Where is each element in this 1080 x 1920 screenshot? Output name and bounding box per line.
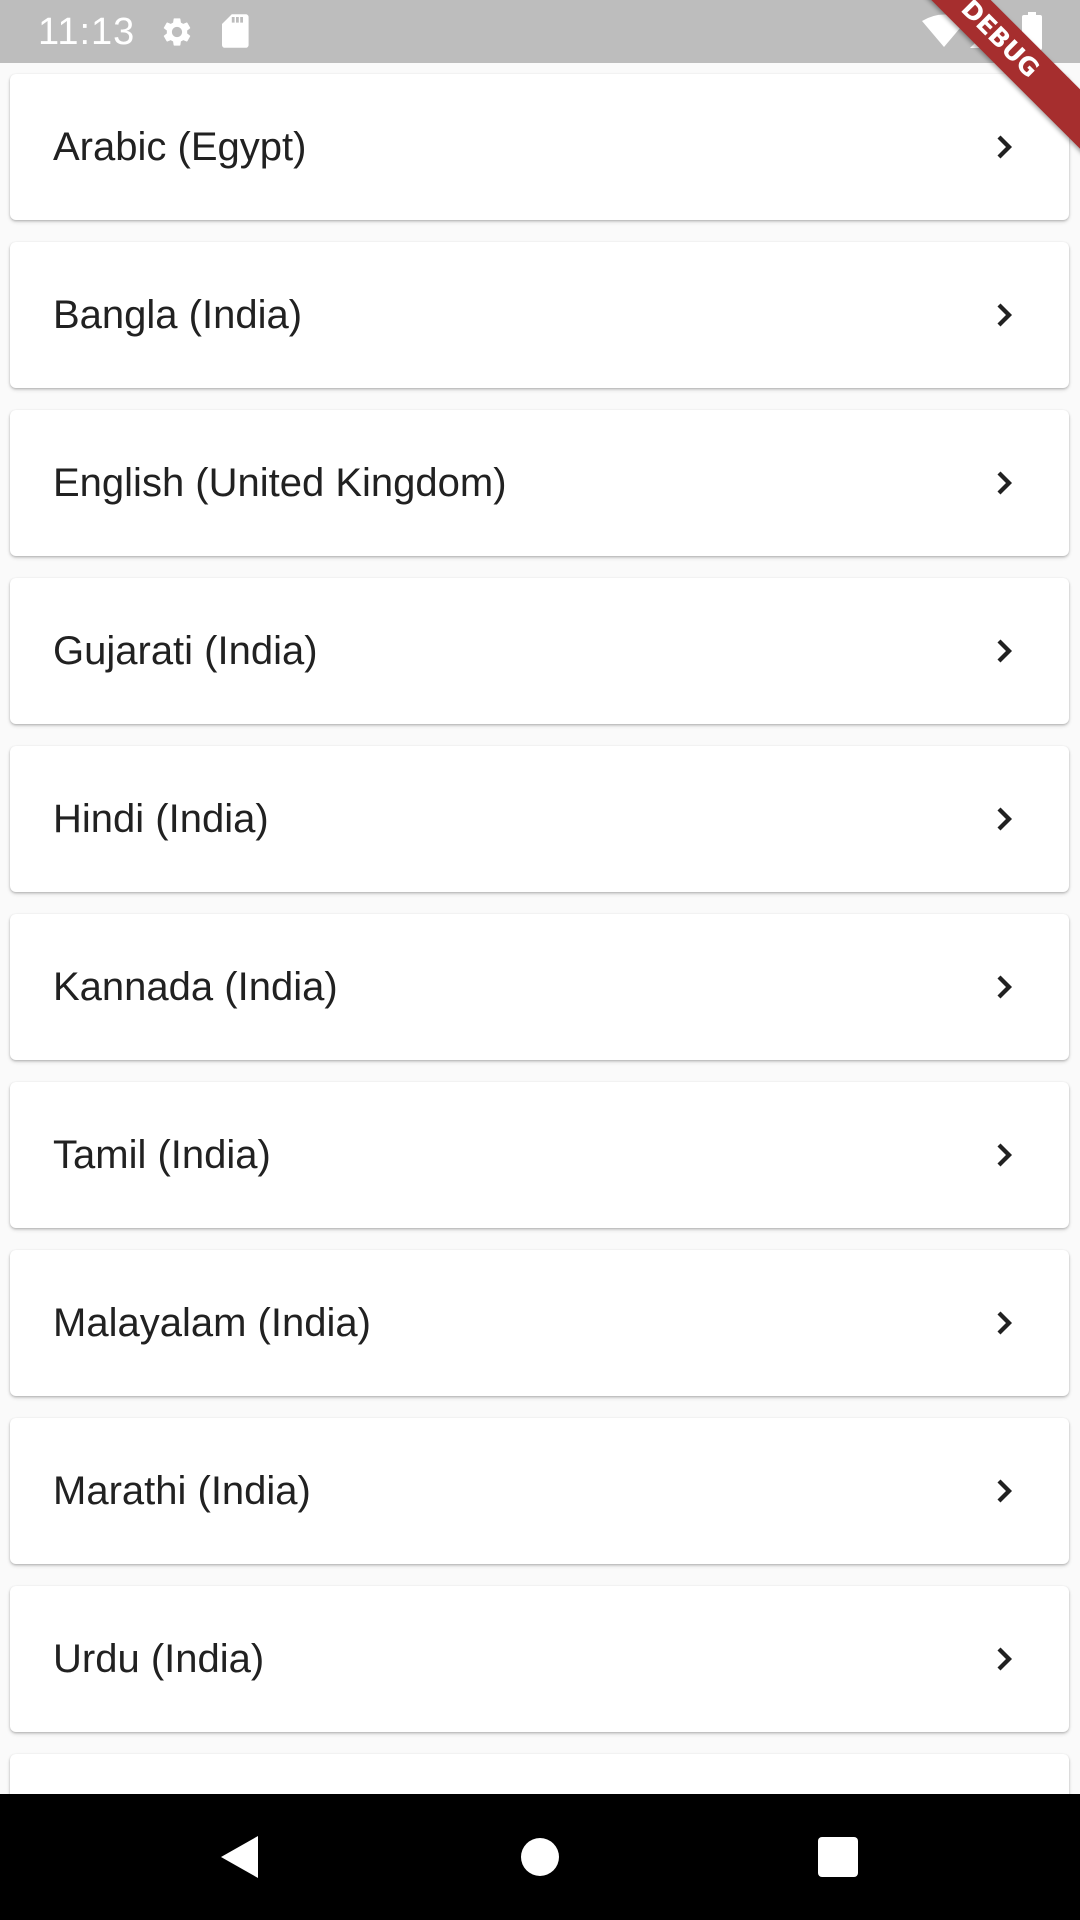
chevron-right-icon <box>997 1311 1013 1335</box>
language-item-urdu-india[interactable]: Urdu (India) <box>10 1586 1069 1732</box>
chevron-right-icon <box>997 807 1013 831</box>
chevron-right-icon <box>997 1647 1013 1671</box>
language-label: Kannada (India) <box>53 965 338 1009</box>
language-label: Bangla (India) <box>53 293 303 337</box>
chevron-right-icon <box>997 471 1013 495</box>
language-item-arabic-egypt[interactable]: Arabic (Egypt) <box>10 74 1069 220</box>
language-label: Tamil (India) <box>53 1133 271 1177</box>
recents-icon <box>818 1837 858 1877</box>
language-label: Malayalam (India) <box>53 1301 371 1345</box>
gear-icon <box>163 18 191 46</box>
chevron-right-icon <box>997 303 1013 327</box>
language-label: Urdu (India) <box>53 1637 265 1681</box>
chevron-right-icon <box>997 639 1013 663</box>
language-item-bangla-india[interactable]: Bangla (India) <box>10 242 1069 388</box>
home-button[interactable] <box>480 1794 600 1920</box>
language-label: Arabic (Egypt) <box>53 125 307 169</box>
home-icon <box>521 1838 559 1876</box>
language-label: Marathi (India) <box>53 1469 311 1513</box>
language-label: Gujarati (India) <box>53 629 318 673</box>
language-item-kannada-india[interactable]: Kannada (India) <box>10 914 1069 1060</box>
status-time: 11:13 <box>38 11 136 53</box>
chevron-right-icon <box>997 1479 1013 1503</box>
chevron-right-icon <box>997 975 1013 999</box>
language-item-english-uk[interactable]: English (United Kingdom) <box>10 410 1069 556</box>
language-item-tamil-india[interactable]: Tamil (India) <box>10 1082 1069 1228</box>
back-button[interactable] <box>178 1794 298 1920</box>
language-list: Arabic (Egypt) Bangla (India) English (U… <box>0 63 1080 1794</box>
status-bar: 11:13 <box>0 0 1080 63</box>
navigation-bar <box>0 1794 1080 1920</box>
language-item-hindi-india[interactable]: Hindi (India) <box>10 746 1069 892</box>
language-label: Hindi (India) <box>53 797 269 841</box>
back-icon <box>221 1836 258 1878</box>
sd-card-icon <box>222 14 249 48</box>
chevron-right-icon <box>997 1143 1013 1167</box>
language-item-partial[interactable] <box>10 1754 1069 1794</box>
language-label: English (United Kingdom) <box>53 461 507 505</box>
language-item-gujarati-india[interactable]: Gujarati (India) <box>10 578 1069 724</box>
chevron-right-icon <box>997 135 1013 159</box>
recents-button[interactable] <box>778 1794 898 1920</box>
language-item-marathi-india[interactable]: Marathi (India) <box>10 1418 1069 1564</box>
language-item-malayalam-india[interactable]: Malayalam (India) <box>10 1250 1069 1396</box>
